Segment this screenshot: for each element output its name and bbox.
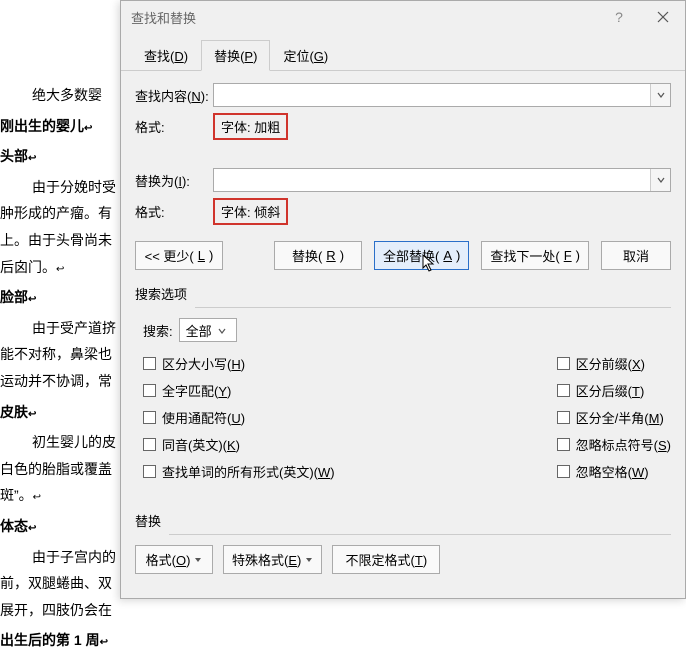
search-direction-select[interactable]: 全部 [179,318,237,342]
find-next-button[interactable]: 查找下一处(F) [481,241,589,270]
tab-replace[interactable]: 替换(P) [201,40,270,71]
find-what-input[interactable] [213,83,671,107]
checkbox-icon [143,411,156,424]
ignore-space-checkbox[interactable]: 忽略空格(W) [557,462,671,481]
close-icon [657,11,669,23]
checkbox-icon [143,384,156,397]
format-label: 格式: [135,117,213,136]
titlebar: 查找和替换 ? [121,1,685,33]
wildcards-checkbox[interactable]: 使用通配符(U) [143,408,335,427]
checkbox-icon [143,357,156,370]
all-word-forms-checkbox[interactable]: 查找单词的所有形式(英文)(W) [143,462,335,481]
checkbox-icon [143,465,156,478]
checkbox-icon [557,438,570,451]
cancel-button[interactable]: 取消 [601,241,671,270]
replace-section-label: 替换 [135,511,671,530]
checkbox-icon [557,357,570,370]
special-menu-button[interactable]: 特殊格式(E) [223,545,322,574]
help-button[interactable]: ? [597,1,641,33]
chevron-down-icon [657,176,665,184]
replace-with-dropdown[interactable] [650,169,670,191]
format-menu-button[interactable]: 格式(O) [135,545,213,574]
find-replace-dialog: 查找和替换 ? 查找(D) 替换(P) 定位(G) 查找内容(N): 格式: 字… [120,0,686,599]
dialog-title: 查找和替换 [131,8,597,27]
tab-goto[interactable]: 定位(G) [270,40,341,71]
full-half-width-checkbox[interactable]: 区分全/半角(M) [557,408,671,427]
find-what-dropdown[interactable] [650,84,670,106]
find-what-label: 查找内容(N): [135,86,213,105]
checkbox-icon [557,411,570,424]
search-direction-value: 全部 [186,321,212,340]
sounds-like-checkbox[interactable]: 同音(英文)(K) [143,435,335,454]
replace-with-input[interactable] [213,168,671,192]
tab-find[interactable]: 查找(D) [131,40,201,71]
checkbox-icon [557,384,570,397]
match-suffix-checkbox[interactable]: 区分后缀(T) [557,381,671,400]
search-options-label: 搜索选项 [135,284,671,303]
replace-format-value: 字体: 倾斜 [213,198,288,225]
format-label: 格式: [135,202,213,221]
doc-paragraph: 展开，四肢仍会在 [0,597,678,624]
chevron-down-icon [218,323,226,338]
replace-button[interactable]: 替换(R) [274,241,362,270]
no-formatting-button[interactable]: 不限定格式(T) [332,545,440,574]
chevron-down-icon [305,552,313,567]
search-direction-label: 搜索: [143,321,173,340]
less-button[interactable]: << 更少(L) [135,241,223,270]
close-button[interactable] [641,1,685,33]
replace-with-label: 替换为(I): [135,171,213,190]
match-case-checkbox[interactable]: 区分大小写(H) [143,354,335,373]
match-prefix-checkbox[interactable]: 区分前缀(X) [557,354,671,373]
whole-word-checkbox[interactable]: 全字匹配(Y) [143,381,335,400]
checkbox-icon [143,438,156,451]
ignore-punct-checkbox[interactable]: 忽略标点符号(S) [557,435,671,454]
find-format-value: 字体: 加粗 [213,113,288,140]
doc-heading: 出生后的第 1 周↩ [0,627,678,654]
checkbox-icon [557,465,570,478]
chevron-down-icon [194,552,202,567]
tab-bar: 查找(D) 替换(P) 定位(G) [121,33,685,71]
replace-all-button[interactable]: 全部替换(A) [374,241,469,270]
chevron-down-icon [657,91,665,99]
